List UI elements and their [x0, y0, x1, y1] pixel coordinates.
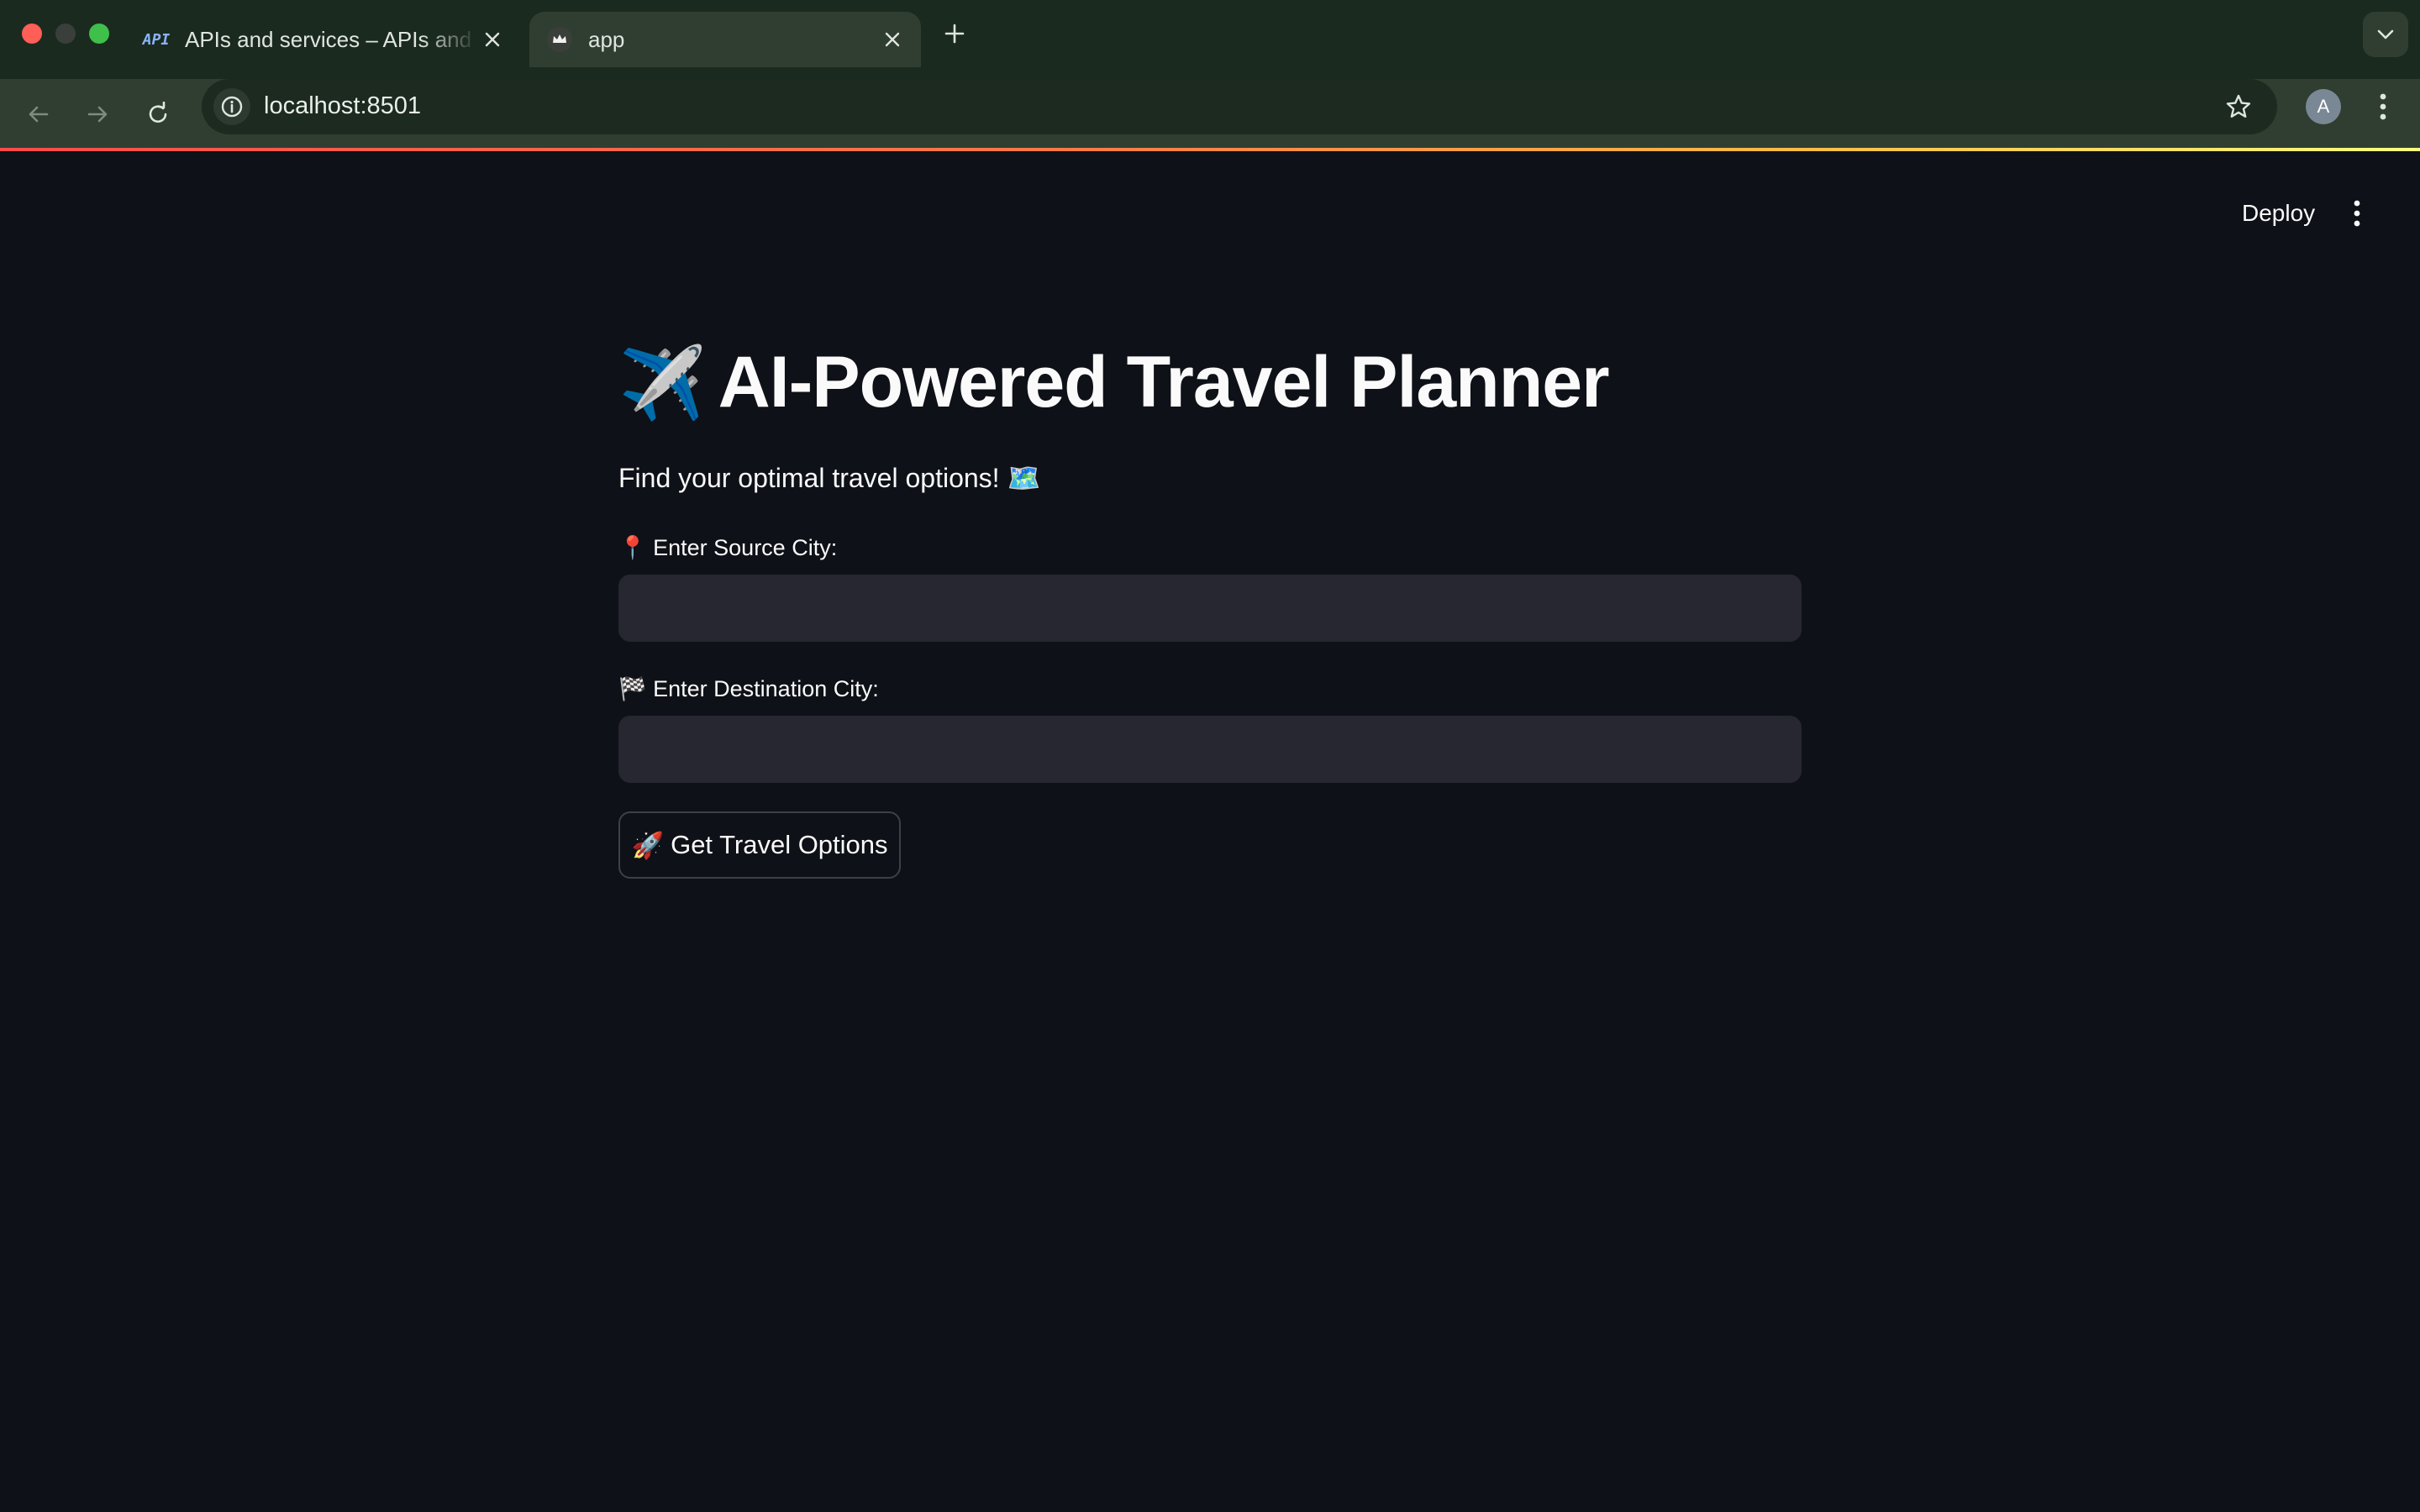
- page-title: ✈️ AI-Powered Travel Planner: [618, 341, 1610, 424]
- address-bar[interactable]: localhost:8501: [202, 79, 2277, 134]
- browser-menu-icon[interactable]: [2368, 89, 2398, 124]
- forward-arrow-icon[interactable]: [79, 96, 116, 133]
- app-main-menu-icon[interactable]: [2336, 188, 2378, 239]
- tab-title: APIs and services – APIs and services: [185, 26, 479, 52]
- page-title-text: AI-Powered Travel Planner: [718, 342, 1610, 423]
- bookmark-star-icon[interactable]: [2222, 90, 2255, 123]
- url-text: localhost:8501: [264, 92, 422, 119]
- app-viewport: Deploy ✈️ AI-Powered Travel Planner Find…: [0, 151, 2420, 1512]
- profile-initial: A: [2317, 96, 2330, 117]
- airplane-icon: ✈️: [618, 343, 707, 423]
- deploy-button[interactable]: Deploy: [2218, 188, 2338, 239]
- rocket-icon: 🚀: [631, 830, 665, 860]
- reload-icon[interactable]: [139, 96, 176, 133]
- api-icon: API: [142, 26, 171, 53]
- source-city-label: 📍 Enter Source City:: [618, 535, 838, 560]
- window-close-button[interactable]: [22, 24, 42, 44]
- window-minimize-button[interactable]: [55, 24, 76, 44]
- browser-tab-strip: API APIs and services – APIs and service…: [0, 0, 2420, 79]
- tab-search-chevron-icon[interactable]: [2363, 12, 2408, 57]
- source-city-input[interactable]: [618, 575, 1802, 642]
- close-tab-icon[interactable]: [879, 26, 906, 53]
- tab-title: app: [588, 26, 625, 52]
- new-tab-icon[interactable]: [939, 18, 970, 49]
- close-tab-icon[interactable]: [479, 26, 506, 53]
- destination-city-label: 🏁 Enter Destination City:: [618, 676, 879, 701]
- browser-tab-apis[interactable]: API APIs and services – APIs and service…: [126, 12, 521, 67]
- api-favicon-text: API: [142, 30, 171, 49]
- destination-city-input[interactable]: [618, 716, 1802, 783]
- subtitle: Find your optimal travel options! 🗺️: [618, 463, 1041, 493]
- get-travel-options-label: Get Travel Options: [671, 830, 888, 859]
- back-arrow-icon[interactable]: [20, 96, 57, 133]
- window-maximize-button[interactable]: [89, 24, 109, 44]
- profile-avatar[interactable]: A: [2306, 89, 2341, 124]
- browser-tab-app[interactable]: app: [529, 12, 921, 67]
- site-info-icon[interactable]: [213, 88, 250, 125]
- streamlit-crown-icon: [546, 26, 573, 53]
- get-travel-options-button[interactable]: 🚀 Get Travel Options: [618, 811, 901, 879]
